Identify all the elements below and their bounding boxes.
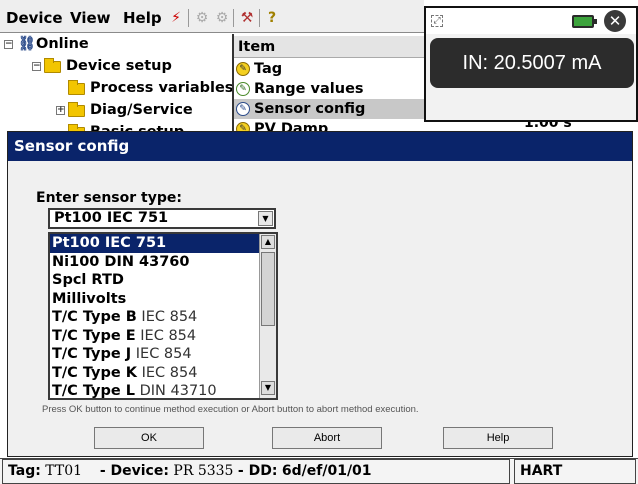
device-tree: − ⛓ Online − Device setup Process variab… <box>0 34 234 132</box>
toolbar-separator <box>233 9 234 27</box>
menu-help[interactable]: Help <box>123 9 162 27</box>
variable-icon: ✎ <box>236 62 250 76</box>
menu-bar: Device View Help ⚡ ⚙ ⚙ ⚒ ? <box>0 0 424 33</box>
online-icon[interactable]: ⚡ <box>168 10 184 26</box>
instruction-text: Press OK button to continue method execu… <box>42 404 419 415</box>
status-device-info: Tag: TT01 - Device: PR 5335 - DD: 6d/ef/… <box>2 459 510 484</box>
tree-label: Diag/Service <box>90 102 193 118</box>
list-item[interactable]: ✎ Range values <box>234 79 424 99</box>
config-icon[interactable]: ⚒ <box>239 10 255 26</box>
option-label: Millivolts <box>52 290 127 307</box>
method-icon: ✎ <box>236 102 250 116</box>
menu-view[interactable]: View <box>70 9 111 27</box>
menu-device[interactable]: Device <box>6 9 63 27</box>
option-label: T/C Type J <box>52 346 132 362</box>
sensor-option-selected[interactable]: Pt100 IEC 751 <box>50 234 260 253</box>
sensor-type-listbox[interactable]: Pt100 IEC 751 Ni100 DIN 43760 Spcl RTD Mill… <box>48 232 278 400</box>
abort-button[interactable]: Abort <box>272 427 382 449</box>
option-label: T/C Type E <box>52 327 136 344</box>
current-reading: IN: 20.5007 mA <box>430 38 634 88</box>
tag-value: TT01 <box>45 463 83 479</box>
sensor-option[interactable]: Millivolts <box>50 290 260 309</box>
tree-label: Process variables <box>90 80 234 96</box>
option-standard: DIN 43710 <box>135 383 217 399</box>
sensor-type-prompt: Enter sensor type: <box>36 190 182 206</box>
sensor-type-select[interactable]: Pt100 IEC 751 ▼ <box>48 208 276 229</box>
list-item-selected[interactable]: ✎ Sensor config <box>234 99 424 119</box>
option-standard: IEC 854 <box>135 327 197 344</box>
tree-label: Device setup <box>66 58 172 74</box>
dialog-title: Sensor config <box>8 132 632 161</box>
option-label: T/C Type L <box>52 383 135 399</box>
sensor-option[interactable]: T/C Type L DIN 43710 <box>50 382 260 399</box>
disconnect-icon[interactable]: ⚙ <box>194 10 210 26</box>
option-label: Spcl RTD <box>52 272 124 288</box>
help-button[interactable]: Help <box>443 427 553 449</box>
item-label: Range values <box>254 81 364 97</box>
sensor-option[interactable]: Spcl RTD <box>50 271 260 290</box>
status-protocol: HART <box>514 459 636 484</box>
dd-value: 6d/ef/01/01 <box>281 463 372 479</box>
option-standard: IEC 854 <box>136 309 198 325</box>
method-icon: ✎ <box>236 82 250 96</box>
instrument-panel: ⤢ ✕ IN: 20.5007 mA <box>424 6 638 122</box>
folder-icon <box>44 58 61 73</box>
sensor-option[interactable]: T/C Type J IEC 854 <box>50 345 260 364</box>
device-value: PR 5335 <box>173 463 234 479</box>
instrument-toolbar: ⤢ ✕ <box>426 8 636 34</box>
sensor-option[interactable]: T/C Type B IEC 854 <box>50 308 260 327</box>
column-header-item[interactable]: Item <box>234 36 424 58</box>
dd-label: - DD: <box>237 463 278 479</box>
item-label: Tag <box>254 61 283 77</box>
collapse-icon[interactable]: − <box>32 62 41 71</box>
hart-icon[interactable]: ⚙ <box>214 10 230 26</box>
folder-icon <box>68 80 85 95</box>
sensor-option[interactable]: Ni100 DIN 43760 <box>50 253 260 272</box>
dropdown-arrow-icon[interactable]: ▼ <box>258 211 273 226</box>
toolbar-separator <box>259 9 260 27</box>
scroll-up-icon[interactable]: ▲ <box>261 235 275 249</box>
close-icon[interactable]: ✕ <box>604 10 626 32</box>
tag-label: Tag: <box>8 463 41 479</box>
sensor-option[interactable]: T/C Type E IEC 854 <box>50 327 260 346</box>
expand-icon[interactable]: + <box>56 106 65 115</box>
option-label: Pt100 IEC 751 <box>52 235 167 251</box>
folder-icon <box>68 102 85 117</box>
option-label: T/C Type K <box>52 364 137 381</box>
help-icon[interactable]: ? <box>264 10 280 26</box>
ok-button[interactable]: OK <box>94 427 204 449</box>
item-list: Item ✎ Tag ✎ Range values ✎ Sensor confi… <box>234 34 424 132</box>
vertical-scrollbar[interactable]: ▲ ▼ <box>259 234 276 398</box>
scroll-down-icon[interactable]: ▼ <box>261 381 275 395</box>
option-standard: IEC 854 <box>137 364 198 381</box>
item-label: Sensor config <box>254 101 366 117</box>
option-label: T/C Type B <box>52 309 137 325</box>
list-item[interactable]: ✎ Tag <box>234 59 424 79</box>
toolbar-separator <box>188 9 189 27</box>
status-bar: Tag: TT01 - Device: PR 5335 - DD: 6d/ef/… <box>0 458 638 484</box>
sensor-option[interactable]: T/C Type K IEC 854 <box>50 364 260 383</box>
scrollbar-thumb[interactable] <box>261 252 275 326</box>
tree-label: Online <box>36 36 89 52</box>
sensor-type-selected: Pt100 IEC 751 <box>54 210 169 226</box>
option-label: Ni100 DIN 43760 <box>52 253 190 270</box>
network-icon: ⛓ <box>18 36 36 52</box>
sensor-config-dialog: Sensor config Enter sensor type: Pt100 I… <box>7 131 633 457</box>
battery-icon <box>572 15 597 28</box>
device-label: - Device: <box>99 463 169 479</box>
option-standard: IEC 854 <box>131 346 192 362</box>
expand-window-icon[interactable]: ⤢ <box>431 15 443 27</box>
collapse-icon[interactable]: − <box>4 40 13 49</box>
